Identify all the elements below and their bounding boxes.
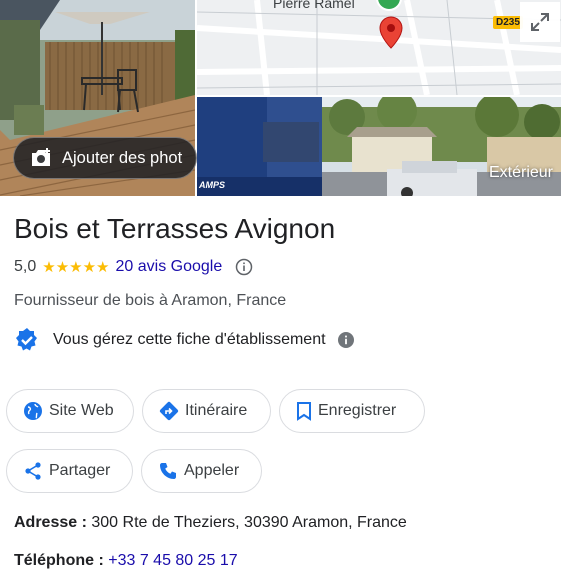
expand-icon [531,13,549,31]
map-place-label: Pierre Ramel [273,0,355,11]
street-view-photo[interactable]: AMPS Extérieur [197,97,561,196]
managed-info-icon[interactable] [337,331,355,349]
bookmark-icon [297,402,311,421]
share-icon [25,462,41,480]
directions-button[interactable]: Itinéraire [142,389,271,433]
website-label: Site Web [49,402,114,419]
verified-badge-icon [14,327,40,353]
save-button[interactable]: Enregistrer [279,389,425,433]
address-label: Adresse : [14,514,92,531]
call-button[interactable]: Appeler [141,449,262,493]
business-category: Fournisseur de bois à Aramon, France [14,292,287,309]
add-photo-button[interactable]: Ajouter des phot [13,137,198,179]
add-photo-label: Ajouter des phot [62,148,183,167]
call-label: Appeler [184,462,240,479]
reviews-link[interactable]: 20 avis Google [116,258,223,276]
address-value: 300 Rte de Theziers, 30390 Aramon, Franc… [91,514,407,531]
expand-map-button[interactable] [520,2,560,42]
photo-gallery: Pierre Ramel D235 AMPS Extérieur Ajouter… [0,0,561,196]
map-thumbnail[interactable]: Pierre Ramel D235 [197,0,561,95]
phone-link[interactable]: +33 7 45 80 25 17 [108,552,237,569]
managed-listing-text: Vous gérez cette fiche d'établissement [53,331,326,348]
rating-stars: ★★★★★ [42,259,110,276]
phone-icon [160,463,176,479]
directions-label: Itinéraire [185,402,248,419]
share-button[interactable]: Partager [6,449,133,493]
managed-listing-row: Vous gérez cette fiche d'établissement [14,327,355,353]
business-name: Bois et Terrasses Avignon [14,213,336,244]
truck-text: AMPS [199,180,226,190]
rating-row: 5,0 ★★★★★ 20 avis Google [14,258,253,276]
globe-icon [24,402,42,420]
phone-row: Téléphone : +33 7 45 80 25 17 [14,552,238,570]
directions-icon [159,401,179,421]
website-button[interactable]: Site Web [6,389,134,433]
rating-value: 5,0 [14,258,37,275]
add-photo-icon [32,148,50,166]
map-image [197,0,561,95]
info-icon[interactable] [235,258,253,276]
share-label: Partager [49,462,111,479]
road-badge: D235 [493,16,523,29]
street-view-label: Extérieur [488,164,553,181]
save-label: Enregistrer [318,402,397,419]
phone-label: Téléphone : [14,552,109,569]
address-row: Adresse : 300 Rte de Theziers, 30390 Ara… [14,514,407,532]
